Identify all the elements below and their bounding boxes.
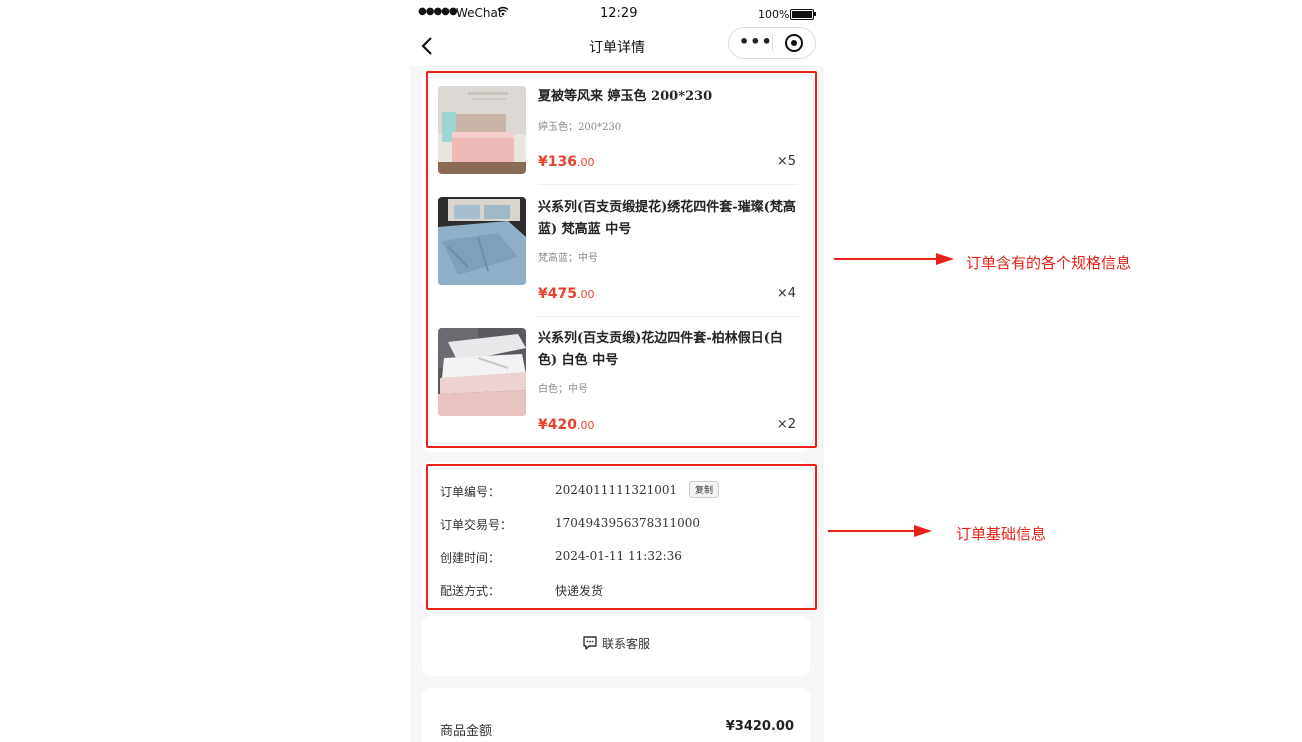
signal-icon: ●●●●● — [418, 6, 458, 17]
status-bar: ●●●●● WeChat 12:29 100% — [410, 0, 824, 28]
contact-service-button[interactable]: 联系客服 — [422, 635, 810, 652]
annotation-box-info — [426, 464, 817, 610]
goods-amount-label: 商品金额 — [440, 724, 493, 739]
amount-card: 商品金额 ¥3420.00 — [422, 688, 810, 742]
carrier-name: WeChat — [456, 6, 503, 20]
contact-service-card[interactable]: 联系客服 — [422, 616, 810, 676]
annotation-label-products: 订单含有的各个规格信息 — [966, 254, 1132, 272]
capsule-divider — [772, 35, 773, 51]
arrow-right-icon — [914, 525, 932, 537]
mini-program-capsule: ••• — [728, 27, 816, 59]
arrow-right-icon — [936, 253, 954, 265]
more-icon[interactable]: ••• — [739, 32, 773, 51]
annotation-label-info: 订单基础信息 — [956, 525, 1047, 543]
annotation-box-products — [426, 71, 817, 448]
clock: 12:29 — [600, 6, 638, 21]
battery-icon — [790, 9, 814, 20]
battery-percent: 100% — [758, 8, 790, 21]
goods-amount-value: ¥3420.00 — [725, 719, 794, 734]
nav-bar: 订单详情 ••• — [410, 27, 824, 66]
battery-tip — [814, 12, 816, 16]
chat-bubble-icon — [583, 636, 597, 650]
wifi-icon — [497, 5, 509, 19]
close-miniprogram-icon[interactable] — [785, 34, 803, 52]
contact-service-label: 联系客服 — [601, 637, 650, 651]
annotation-arrow-line — [834, 258, 938, 260]
annotation-arrow-line — [828, 530, 916, 532]
